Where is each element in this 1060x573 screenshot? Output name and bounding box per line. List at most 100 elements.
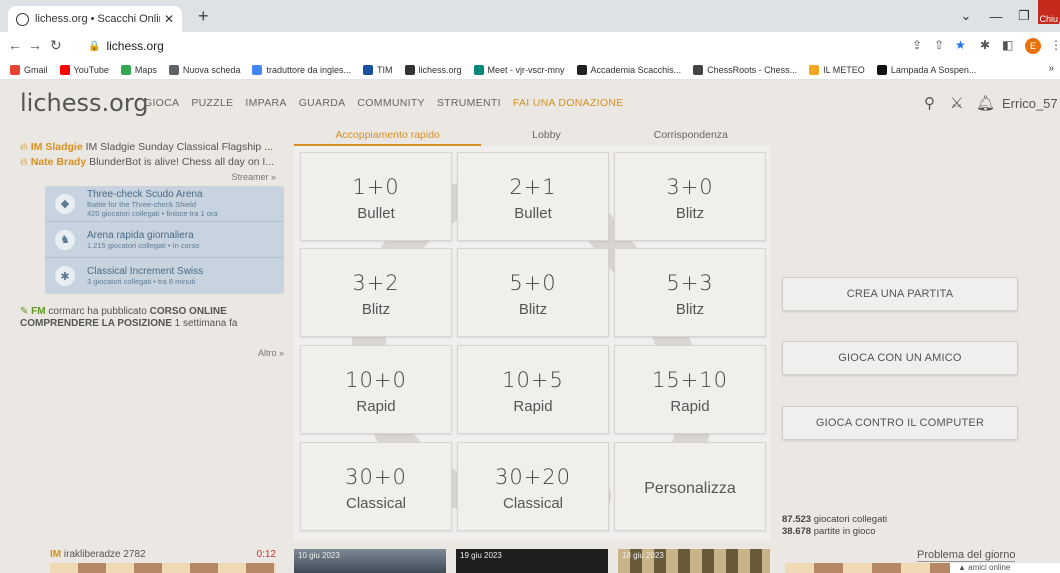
nav-puzzle[interactable]: PUZZLE [191, 97, 233, 109]
live-stream-icon: 🔥︎ [20, 156, 28, 168]
pool-perf: Blitz [675, 301, 705, 318]
custom-game-button[interactable]: Personalizza [614, 442, 766, 531]
bookmark-item[interactable]: Meet - vjr-vscr-mny [473, 64, 565, 75]
forward-arrow-icon[interactable]: → [28, 37, 42, 53]
blog-thumbnail[interactable]: 10 giu 2023 [294, 549, 446, 573]
play-with-friend-button[interactable]: GIOCA CON UN AMICO [782, 341, 1018, 375]
streamer-link[interactable]: Streamer » [20, 172, 276, 182]
pool-perf: Classical [345, 495, 406, 512]
bookmark-item[interactable]: Accademia Scacchis... [576, 64, 682, 75]
new-tab-button[interactable]: + [198, 6, 209, 27]
maximize-window-icon[interactable]: ❐ [1008, 0, 1040, 32]
tv-board[interactable] [50, 563, 276, 573]
pool-button[interactable]: 5+3 Blitz [614, 248, 766, 337]
user-menu[interactable]: Errico_57 [1002, 96, 1058, 111]
blog-date: 19 giu 2023 [460, 551, 502, 560]
online-friends-toggle[interactable]: ▲ amici online [950, 563, 1060, 573]
streamer-name: Nate Brady [30, 156, 87, 168]
stream-item[interactable]: 🔥︎ Nate Brady BlunderBot is alive! Chess … [20, 155, 284, 170]
bookmark-item[interactable]: Maps [120, 64, 157, 75]
stream-item[interactable]: 🔥︎ IM Sladgie IM Sladgie Sunday Classical… [20, 140, 284, 155]
bookmark-label: Accademia Scacchis... [590, 64, 682, 75]
tournament-list: ◆ Three-check Scudo Arena Battle for the… [45, 186, 284, 294]
player-clock: 0:12 [256, 549, 276, 560]
profile-avatar[interactable]: E [1025, 38, 1041, 54]
bookmark-item[interactable]: YouTube [59, 64, 109, 75]
nav-gioca[interactable]: GIOCA [144, 97, 179, 109]
site-header: lichess.org GIOCA PUZZLE IMPARA GUARDA C… [0, 80, 1060, 126]
close-tab-icon[interactable]: ✕ [164, 12, 174, 26]
pool-button[interactable]: 10+0 Rapid [300, 345, 452, 434]
lichess-logo[interactable]: lichess.org [20, 89, 149, 117]
pool-perf: Bullet [357, 205, 395, 222]
pool-perf: Blitz [675, 205, 705, 222]
blog-post-item[interactable]: ✎ FM cormarc ha pubblicato CORSO ONLINE … [20, 306, 284, 330]
pool-button[interactable]: 10+5 Rapid [457, 345, 609, 434]
bookmark-label: Lampada A Sospen... [890, 64, 977, 75]
bookmark-label: lichess.org [418, 64, 462, 75]
author-title: FM [31, 306, 46, 317]
bookmark-favicon-icon [252, 64, 263, 75]
notifications-bell-icon[interactable]: 🔔︎ [976, 94, 995, 112]
reload-icon[interactable]: ↻ [50, 37, 62, 54]
back-arrow-icon[interactable]: ← [8, 37, 22, 53]
bookmark-favicon-icon [10, 64, 20, 75]
pool-button[interactable]: 30+0 Classical [300, 442, 452, 531]
bookmark-label: ChessRoots - Chess... [707, 64, 798, 75]
address-bar[interactable]: 🔒 lichess.org [80, 35, 900, 57]
tab-quick-pairing[interactable]: Accoppiamento rapido [294, 124, 482, 146]
pool-button[interactable]: 30+20 Classical [457, 442, 609, 531]
tab-lobby[interactable]: Lobby [481, 124, 611, 146]
more-link[interactable]: Altro » [20, 348, 284, 358]
bookmark-item[interactable]: Gmail [10, 64, 48, 75]
pool-clock: 10+0 [345, 368, 407, 392]
pool-button[interactable]: 5+0 Blitz [457, 248, 609, 337]
bookmark-item[interactable]: IL METEO [809, 64, 865, 75]
share-icon[interactable]: ⇧ [934, 38, 944, 52]
play-computer-button[interactable]: GIOCA CONTRO IL COMPUTER [782, 406, 1018, 440]
pool-button[interactable]: 15+10 Rapid [614, 345, 766, 434]
blog-thumbnail[interactable]: 19 giu 2023 [456, 549, 608, 573]
pool-perf: Rapid [670, 398, 710, 415]
pool-button[interactable]: 2+1 Bullet [457, 152, 609, 241]
bookmark-item[interactable]: TIM [363, 64, 393, 75]
create-game-button[interactable]: CREA UNA PARTITA [782, 277, 1018, 311]
nav-guarda[interactable]: GUARDA [299, 97, 346, 109]
pool-clock: 2+1 [509, 175, 557, 199]
blog-thumbnail[interactable]: 18 giu 2023 [618, 549, 770, 573]
pool-button[interactable]: 3+0 Blitz [614, 152, 766, 241]
bookmark-item[interactable]: Lampada A Sospen... [876, 64, 977, 75]
nav-donate[interactable]: FAI UNA DONAZIONE [513, 97, 624, 109]
pool-button[interactable]: 3+2 Blitz [300, 248, 452, 337]
puzzle-of-the-day-title[interactable]: Problema del giorno [917, 549, 1016, 562]
install-app-icon[interactable]: ⇪ [912, 38, 922, 52]
tab-search-icon[interactable]: ⌄ [950, 0, 982, 32]
tournament-title: Three-check Scudo Arena [87, 189, 203, 200]
bookmark-item[interactable]: Nuova scheda [168, 64, 240, 75]
pool-perf: Rapid [513, 398, 553, 415]
tv-player-row[interactable]: IM irakliberadze 2782 0:12 [50, 549, 276, 560]
browser-menu-icon[interactable]: ⋮ [1050, 38, 1060, 52]
bookmarks-overflow-icon[interactable]: » [1048, 63, 1054, 74]
browser-tab[interactable]: lichess.org • Scacchi Online Gratis ✕ [8, 6, 182, 32]
pool-clock: 5+0 [509, 271, 557, 295]
nav-community[interactable]: COMMUNITY [357, 97, 424, 109]
tournament-subtitle: Battle for the Three-check Shield [87, 200, 197, 209]
bookmark-item[interactable]: ChessRoots - Chess... [693, 64, 798, 75]
stream-title: IM [30, 141, 43, 153]
bookmark-item[interactable]: traduttore da ingles... [252, 64, 351, 75]
bookmark-star-icon[interactable]: ★ [955, 38, 966, 52]
nav-impara[interactable]: IMPARA [245, 97, 286, 109]
tournament-item[interactable]: ◆ Three-check Scudo Arena Battle for the… [45, 186, 284, 222]
bookmark-item[interactable]: lichess.org [404, 64, 462, 75]
tournament-item[interactable]: ♞ Arena rapida giornaliera 1.215 giocato… [45, 222, 284, 258]
extensions-icon[interactable]: ✱ [980, 38, 990, 52]
challenge-swords-icon[interactable]: ⚔ [950, 94, 963, 112]
nav-strumenti[interactable]: STRUMENTI [437, 97, 501, 109]
search-icon[interactable]: ⚲ [924, 94, 935, 112]
tab-correspondence[interactable]: Corrispondenza [612, 124, 770, 146]
shield-icon: ◆ [55, 193, 75, 214]
pool-button[interactable]: 1+0 Bullet [300, 152, 452, 241]
side-panel-icon[interactable]: ◧ [1002, 38, 1013, 52]
tournament-item[interactable]: ✱ Classical Increment Swiss 3 giocatori … [45, 258, 284, 294]
